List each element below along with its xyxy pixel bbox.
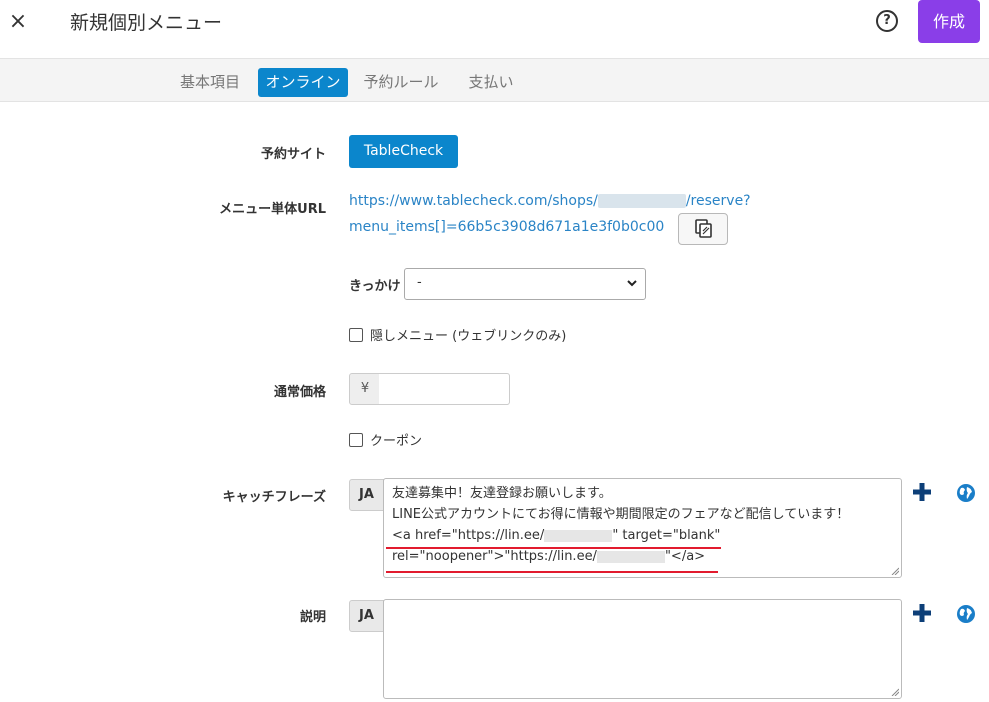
resize-handle-icon[interactable] <box>891 567 899 575</box>
redacted-shop-id <box>597 194 686 208</box>
description-lang-badge: JA <box>349 600 384 632</box>
globe-icon[interactable] <box>956 604 976 624</box>
globe-icon[interactable] <box>956 483 976 503</box>
tablecheck-button[interactable]: TableCheck <box>349 135 458 168</box>
regular-price-label: 通常価格 <box>273 385 326 400</box>
menu-url-prefix: https://www.tablecheck.com/shops/ <box>349 193 598 209</box>
chevron-down-icon <box>627 280 637 287</box>
menu-url-label: メニュー単体URL <box>219 202 326 217</box>
description-label: 説明 <box>299 610 326 625</box>
red-underline-2 <box>386 571 718 573</box>
menu-url-line2[interactable]: menu_items[]=66b5c3908d671a1e3f0b0c00 <box>349 217 664 237</box>
catch-phrase-line3-a: <a href="https://lin.ee/ <box>392 528 545 543</box>
copy-button[interactable] <box>678 213 728 245</box>
tab-online[interactable]: オンライン <box>258 68 348 97</box>
plus-icon[interactable] <box>912 482 932 502</box>
hidden-menu-checkbox[interactable] <box>349 328 363 342</box>
resize-handle-icon[interactable] <box>891 688 899 696</box>
trigger-select[interactable]: - <box>404 268 646 300</box>
tab-payment[interactable]: 支払い <box>456 68 526 97</box>
hidden-menu-label: 隠しメニュー (ウェブリンクのみ) <box>370 329 567 344</box>
redacted-line-id <box>544 529 613 542</box>
catch-phrase-line1: 友達募集中！友達登録お願いします。 <box>392 486 612 501</box>
coupon-checkbox[interactable] <box>349 433 363 447</box>
redacted-line-id-2 <box>596 550 665 563</box>
menu-url-line1[interactable]: https://www.tablecheck.com/shops/ /reserv… <box>349 191 751 211</box>
catch-phrase-line3-b: " target="blank" <box>612 528 721 543</box>
plus-icon[interactable] <box>912 603 932 623</box>
help-icon[interactable]: ? <box>876 10 898 32</box>
reservation-site-label: 予約サイト <box>260 147 326 162</box>
catch-phrase-line4-a: rel="noopener">"https://lin.ee/ <box>392 549 597 564</box>
catch-phrase-label: キャッチフレーズ <box>222 490 326 505</box>
catch-phrase-line3: <a href="https://lin.ee/ " target="blank" <box>392 525 849 546</box>
create-button[interactable]: 作成 <box>918 0 980 43</box>
copy-icon <box>695 219 712 238</box>
header-bar: × 新規個別メニュー ? 作成 <box>0 0 989 59</box>
catch-phrase-text: 友達募集中！友達登録お願いします。 LINE公式アカウントにてお得に情報や期間限… <box>392 483 849 567</box>
tab-bar: 基本項目 オンライン 予約ルール 支払い <box>0 59 989 102</box>
catch-phrase-textarea[interactable]: 友達募集中！友達登録お願いします。 LINE公式アカウントにてお得に情報や期間限… <box>383 478 902 578</box>
catch-phrase-line4: rel="noopener">"https://lin.ee/ "</a> <box>392 546 849 567</box>
menu-url-suffix: /reserve? <box>685 193 751 209</box>
tab-basic[interactable]: 基本項目 <box>170 68 250 97</box>
trigger-select-value: - <box>417 275 422 290</box>
close-icon[interactable]: × <box>8 10 28 34</box>
catch-phrase-lang-badge: JA <box>349 479 384 511</box>
yen-addon: ¥ <box>349 373 381 405</box>
description-textarea[interactable] <box>383 599 902 699</box>
catch-phrase-line2: LINE公式アカウントにてお得に情報や期間限定のフェアなど配信しています！ <box>392 507 850 522</box>
catch-phrase-line4-b: "</a> <box>664 549 706 564</box>
regular-price-input[interactable] <box>379 373 510 405</box>
page-title: 新規個別メニュー <box>70 12 223 34</box>
trigger-label: きっかけ <box>349 279 401 294</box>
coupon-label: クーポン <box>370 434 423 449</box>
red-underline-1 <box>386 547 721 549</box>
tab-reservation-rules[interactable]: 予約ルール <box>358 68 444 97</box>
